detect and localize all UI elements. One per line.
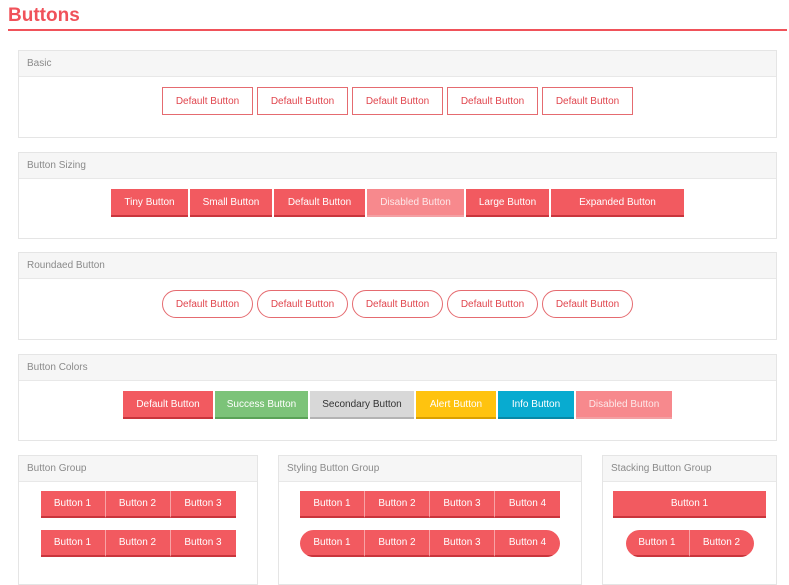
button-group-card: Button Group Button 1 Button 2 Button 3 … bbox=[18, 455, 258, 585]
basic-default-button-3[interactable]: Default Button bbox=[352, 87, 443, 115]
stacking-group-row-2-rounded: Button 1 Button 2 bbox=[625, 530, 754, 557]
large-button[interactable]: Large Button bbox=[466, 189, 549, 217]
styling-group-button-4[interactable]: Button 4 bbox=[495, 491, 560, 518]
expanded-button[interactable]: Expanded Button bbox=[551, 189, 684, 217]
rounded-card: Roundaed Button Default Button Default B… bbox=[18, 252, 777, 340]
small-button[interactable]: Small Button bbox=[190, 189, 272, 217]
styling-rounded-button-1[interactable]: Button 1 bbox=[300, 530, 365, 557]
page-title: Buttons bbox=[8, 5, 80, 26]
stacking-rounded-button-2[interactable]: Button 2 bbox=[689, 530, 754, 557]
basic-card: Basic Default Button Default Button Defa… bbox=[18, 50, 777, 138]
group-button-3[interactable]: Button 3 bbox=[170, 530, 236, 557]
basic-card-title: Basic bbox=[19, 51, 776, 77]
styling-group-row-2-rounded: Button 1 Button 2 Button 3 Button 4 bbox=[300, 530, 560, 557]
colors-card: Button Colors Default Button Success But… bbox=[18, 354, 777, 441]
button-group-card-title: Button Group bbox=[19, 456, 257, 482]
default-size-button[interactable]: Default Button bbox=[274, 189, 365, 217]
stacking-group-card-title: Stacking Button Group bbox=[603, 456, 776, 482]
styling-group-button-3[interactable]: Button 3 bbox=[430, 491, 495, 518]
colors-card-title: Button Colors bbox=[19, 355, 776, 381]
rounded-default-button-3[interactable]: Default Button bbox=[352, 290, 443, 318]
basic-default-button-2[interactable]: Default Button bbox=[257, 87, 348, 115]
styling-group-row-1: Button 1 Button 2 Button 3 Button 4 bbox=[300, 491, 560, 518]
success-button[interactable]: Success Button bbox=[215, 391, 308, 419]
basic-default-button-4[interactable]: Default Button bbox=[447, 87, 538, 115]
button-group-row-2: Button 1 Button 2 Button 3 bbox=[40, 530, 236, 557]
rounded-default-button-2[interactable]: Default Button bbox=[257, 290, 348, 318]
sizing-card-title: Button Sizing bbox=[19, 153, 776, 179]
rounded-card-title: Roundaed Button bbox=[19, 253, 776, 279]
rounded-default-button-5[interactable]: Default Button bbox=[542, 290, 633, 318]
title-divider bbox=[8, 29, 787, 31]
basic-default-button-5[interactable]: Default Button bbox=[542, 87, 633, 115]
styling-group-card: Styling Button Group Button 1 Button 2 B… bbox=[278, 455, 582, 585]
group-button-1[interactable]: Button 1 bbox=[40, 491, 106, 518]
group-button-2[interactable]: Button 2 bbox=[105, 491, 171, 518]
stacking-group-card: Stacking Button Group Button 1 Button 1 … bbox=[602, 455, 777, 585]
styling-group-button-1[interactable]: Button 1 bbox=[300, 491, 365, 518]
rounded-default-button-1[interactable]: Default Button bbox=[162, 290, 253, 318]
styling-group-card-title: Styling Button Group bbox=[279, 456, 581, 482]
sizing-card: Button Sizing Tiny Button Small Button D… bbox=[18, 152, 777, 239]
stacking-group-row-1: Button 1 bbox=[613, 491, 766, 518]
group-button-3[interactable]: Button 3 bbox=[170, 491, 236, 518]
secondary-button[interactable]: Secondary Button bbox=[310, 391, 414, 419]
color-disabled-button: Disabled Button bbox=[576, 391, 672, 419]
tiny-button[interactable]: Tiny Button bbox=[111, 189, 188, 217]
stacking-rounded-button-1[interactable]: Button 1 bbox=[625, 530, 690, 557]
styling-rounded-button-2[interactable]: Button 2 bbox=[365, 530, 430, 557]
basic-default-button-1[interactable]: Default Button bbox=[162, 87, 253, 115]
color-default-button[interactable]: Default Button bbox=[123, 391, 213, 419]
styling-group-button-2[interactable]: Button 2 bbox=[365, 491, 430, 518]
info-button[interactable]: Info Button bbox=[498, 391, 574, 419]
styling-rounded-button-3[interactable]: Button 3 bbox=[430, 530, 495, 557]
group-button-1[interactable]: Button 1 bbox=[40, 530, 106, 557]
styling-rounded-button-4[interactable]: Button 4 bbox=[495, 530, 560, 557]
disabled-size-button: Disabled Button bbox=[367, 189, 464, 217]
alert-button[interactable]: Alert Button bbox=[416, 391, 496, 419]
stacking-button-1[interactable]: Button 1 bbox=[613, 491, 766, 518]
group-button-2[interactable]: Button 2 bbox=[105, 530, 171, 557]
button-group-row-1: Button 1 Button 2 Button 3 bbox=[40, 491, 236, 518]
rounded-default-button-4[interactable]: Default Button bbox=[447, 290, 538, 318]
